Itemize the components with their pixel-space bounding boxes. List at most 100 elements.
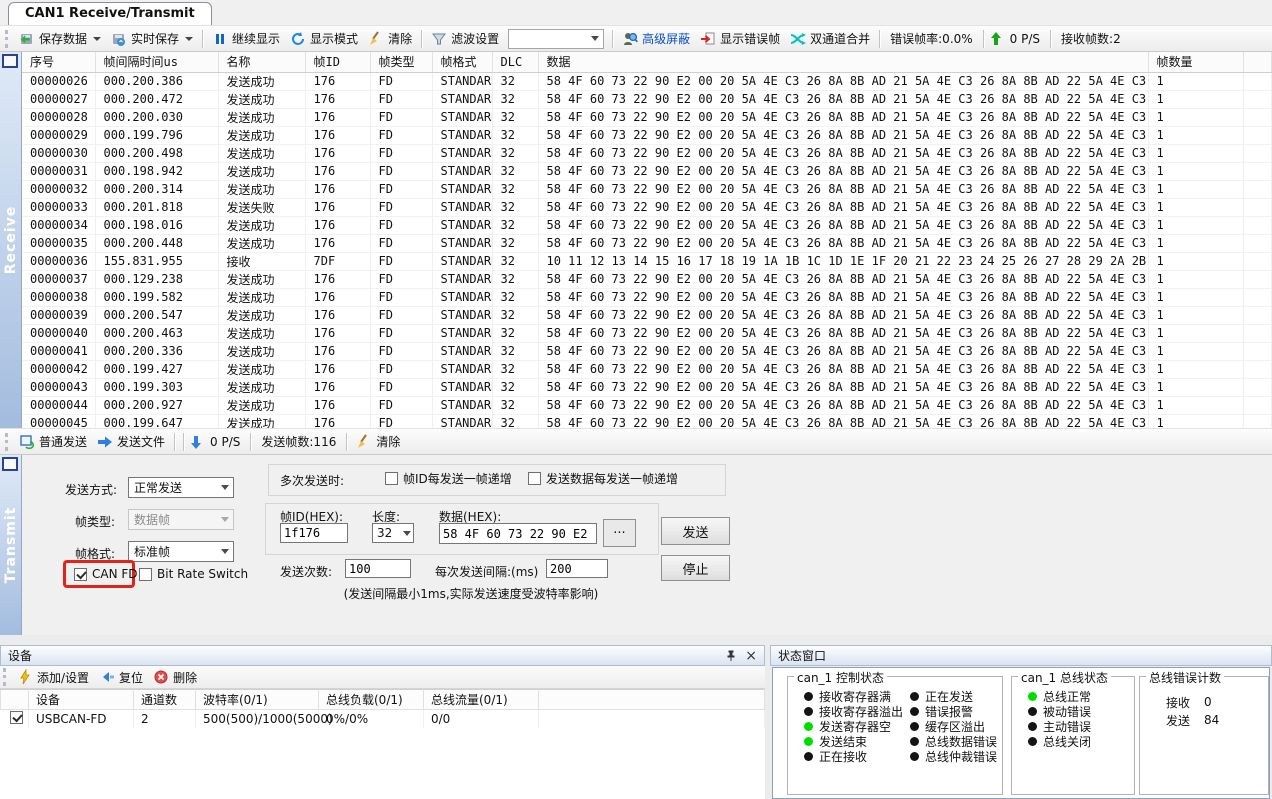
- column-header[interactable]: 帧ID: [305, 52, 370, 72]
- send-mode-select[interactable]: 正常发送: [128, 477, 234, 498]
- filler-cell: [1243, 324, 1272, 342]
- table-row[interactable]: 00000032000.200.314发送成功176FDSTANDARD3258…: [22, 180, 1272, 198]
- realtime-save-button[interactable]: 实时保存: [106, 28, 198, 49]
- column-header[interactable]: 帧数量: [1148, 52, 1243, 72]
- cell: 000.200.498: [95, 144, 218, 162]
- toolbar-separator: [1050, 30, 1051, 48]
- chevron-down-icon: [221, 517, 229, 522]
- clear-receive-button[interactable]: 清除: [363, 28, 417, 49]
- table-row[interactable]: 00000045000.199.647发送成功176FDSTANDARD3258…: [22, 414, 1272, 428]
- data-hex-input[interactable]: [439, 523, 597, 544]
- can-fd-checkbox[interactable]: CAN FD: [74, 567, 138, 581]
- add-settings-button[interactable]: 添加/设置: [12, 667, 94, 688]
- send-file-button[interactable]: 发送文件: [92, 431, 170, 452]
- table-row[interactable]: 00000040000.200.463发送成功176FDSTANDARD3258…: [22, 324, 1272, 342]
- horizontal-splitter[interactable]: [0, 635, 1272, 645]
- cell: 176: [305, 306, 370, 324]
- merge-channels-icon: [790, 31, 806, 47]
- close-icon[interactable]: ×: [745, 650, 757, 662]
- table-row[interactable]: 00000037000.129.238发送成功176FDSTANDARD3258…: [22, 270, 1272, 288]
- table-row[interactable]: 00000038000.199.582发送成功176FDSTANDARD3258…: [22, 288, 1272, 306]
- table-row[interactable]: 00000026000.200.386发送成功176FDSTANDARD3258…: [22, 72, 1272, 90]
- column-header[interactable]: 序号: [22, 52, 95, 72]
- cell: 发送成功: [218, 126, 305, 144]
- cell: 00000026: [22, 72, 95, 90]
- table-row[interactable]: 00000044000.200.927发送成功176FDSTANDARD3258…: [22, 396, 1272, 414]
- bottom-panels: 设备 × 添加/设置 复位 删除: [0, 645, 1272, 799]
- column-header[interactable]: 总线流量(0/1): [424, 690, 539, 710]
- send-button[interactable]: 发送: [661, 517, 730, 545]
- device-row[interactable]: USBCAN-FD 2 500(500)/1000(5000) 0%/0% 0/…: [1, 710, 765, 728]
- cell: 32: [492, 396, 538, 414]
- lightning-icon: [17, 669, 33, 685]
- show-error-frames-button[interactable]: 显示错误帧: [695, 28, 785, 49]
- table-row[interactable]: 00000030000.200.498发送成功176FDSTANDARD3258…: [22, 144, 1272, 162]
- column-header[interactable]: 帧格式: [432, 52, 492, 72]
- table-row[interactable]: 00000041000.200.336发送成功176FDSTANDARD3258…: [22, 342, 1272, 360]
- cell: STANDARD: [432, 378, 492, 396]
- send-interval-input[interactable]: [546, 559, 608, 578]
- column-header[interactable]: 数据: [538, 52, 1148, 72]
- table-row[interactable]: 00000033000.201.818发送失败176FDSTANDARD3258…: [22, 198, 1272, 216]
- tab-can1-receive-transmit[interactable]: CAN1 Receive/Transmit: [8, 2, 212, 25]
- bit-rate-switch-checkbox[interactable]: Bit Rate Switch: [139, 567, 248, 581]
- table-row[interactable]: 00000043000.199.303发送成功176FDSTANDARD3258…: [22, 378, 1272, 396]
- continue-display-button[interactable]: 继续显示: [207, 28, 285, 49]
- stop-button[interactable]: 停止: [661, 555, 730, 581]
- increment-id-checkbox[interactable]: 帧ID每发送一帧递增: [385, 470, 512, 487]
- save-data-button[interactable]: 保存数据: [14, 28, 106, 49]
- table-row[interactable]: 00000034000.198.016发送成功176FDSTANDARD3258…: [22, 216, 1272, 234]
- transmit-side-strip[interactable]: Transmit: [0, 455, 22, 635]
- chevron-down-icon: [185, 37, 193, 41]
- pin-icon[interactable]: [725, 650, 737, 662]
- advanced-mask-button[interactable]: 高级屏蔽: [617, 28, 695, 49]
- frame-id-input[interactable]: [280, 523, 348, 543]
- frame-type-select[interactable]: 数据帧: [128, 509, 234, 530]
- table-row[interactable]: 00000031000.198.942发送成功176FDSTANDARD3258…: [22, 162, 1272, 180]
- cell: 发送成功: [218, 288, 305, 306]
- receive-side-strip[interactable]: Receive: [0, 52, 22, 428]
- table-row[interactable]: 00000027000.200.472发送成功176FDSTANDARD3258…: [22, 90, 1272, 108]
- table-row[interactable]: 00000035000.200.448发送成功176FDSTANDARD3258…: [22, 234, 1272, 252]
- device-checkbox[interactable]: [10, 711, 23, 724]
- cell: 发送成功: [218, 162, 305, 180]
- cell: STANDARD: [432, 306, 492, 324]
- filter-preset-combobox[interactable]: [508, 29, 604, 49]
- column-header[interactable]: 名称: [218, 52, 305, 72]
- column-header[interactable]: 总线负载(0/1): [319, 690, 424, 710]
- send-count-input[interactable]: [345, 559, 411, 578]
- frame-format-select[interactable]: 标准帧: [128, 541, 234, 562]
- reset-label: 复位: [119, 669, 143, 686]
- column-header[interactable]: 通道数: [134, 690, 196, 710]
- device-header-row: 设备 通道数 波特率(0/1) 总线负载(0/1) 总线流量(0/1): [1, 690, 765, 710]
- cell: 发送成功: [218, 72, 305, 90]
- bus-status-list: 总线正常被动错误主动错误总线关闭: [1012, 677, 1134, 749]
- column-header[interactable]: DLC: [492, 52, 538, 72]
- frame-type-value: 数据帧: [134, 511, 170, 528]
- dual-channel-merge-button[interactable]: 双通道合并: [785, 28, 875, 49]
- toolbar-grip: [5, 433, 10, 451]
- clear-transmit-button[interactable]: 清除: [351, 431, 405, 452]
- control-status-title: can_1 控制状态: [794, 669, 887, 686]
- table-row[interactable]: 00000028000.200.030发送成功176FDSTANDARD3258…: [22, 108, 1272, 126]
- column-header[interactable]: 帧类型: [370, 52, 432, 72]
- column-header[interactable]: 设备: [29, 690, 134, 710]
- column-header[interactable]: 帧间隔时间us: [95, 52, 218, 72]
- cell: 1: [1148, 234, 1243, 252]
- data-browse-button[interactable]: ···: [603, 519, 636, 547]
- delete-button[interactable]: 删除: [148, 667, 202, 688]
- reset-button[interactable]: 复位: [94, 667, 148, 688]
- table-row[interactable]: 00000036155.831.955接收7DFFDSTANDARD3210 1…: [22, 252, 1272, 270]
- table-row[interactable]: 00000039000.200.547发送成功176FDSTANDARD3258…: [22, 306, 1272, 324]
- led-on-icon: [804, 737, 813, 746]
- display-mode-button[interactable]: 显示模式: [285, 28, 363, 49]
- length-select[interactable]: 32: [372, 523, 414, 543]
- table-row[interactable]: 00000029000.199.796发送成功176FDSTANDARD3258…: [22, 126, 1272, 144]
- table-row[interactable]: 00000042000.199.427发送成功176FDSTANDARD3258…: [22, 360, 1272, 378]
- filter-settings-button[interactable]: 滤波设置: [426, 28, 504, 49]
- cell: FD: [370, 162, 432, 180]
- increment-data-checkbox[interactable]: 发送数据每发送一帧递增: [528, 470, 678, 487]
- column-header[interactable]: 波特率(0/1): [196, 690, 319, 710]
- cell: STANDARD: [432, 198, 492, 216]
- normal-send-button[interactable]: 普通发送: [14, 431, 92, 452]
